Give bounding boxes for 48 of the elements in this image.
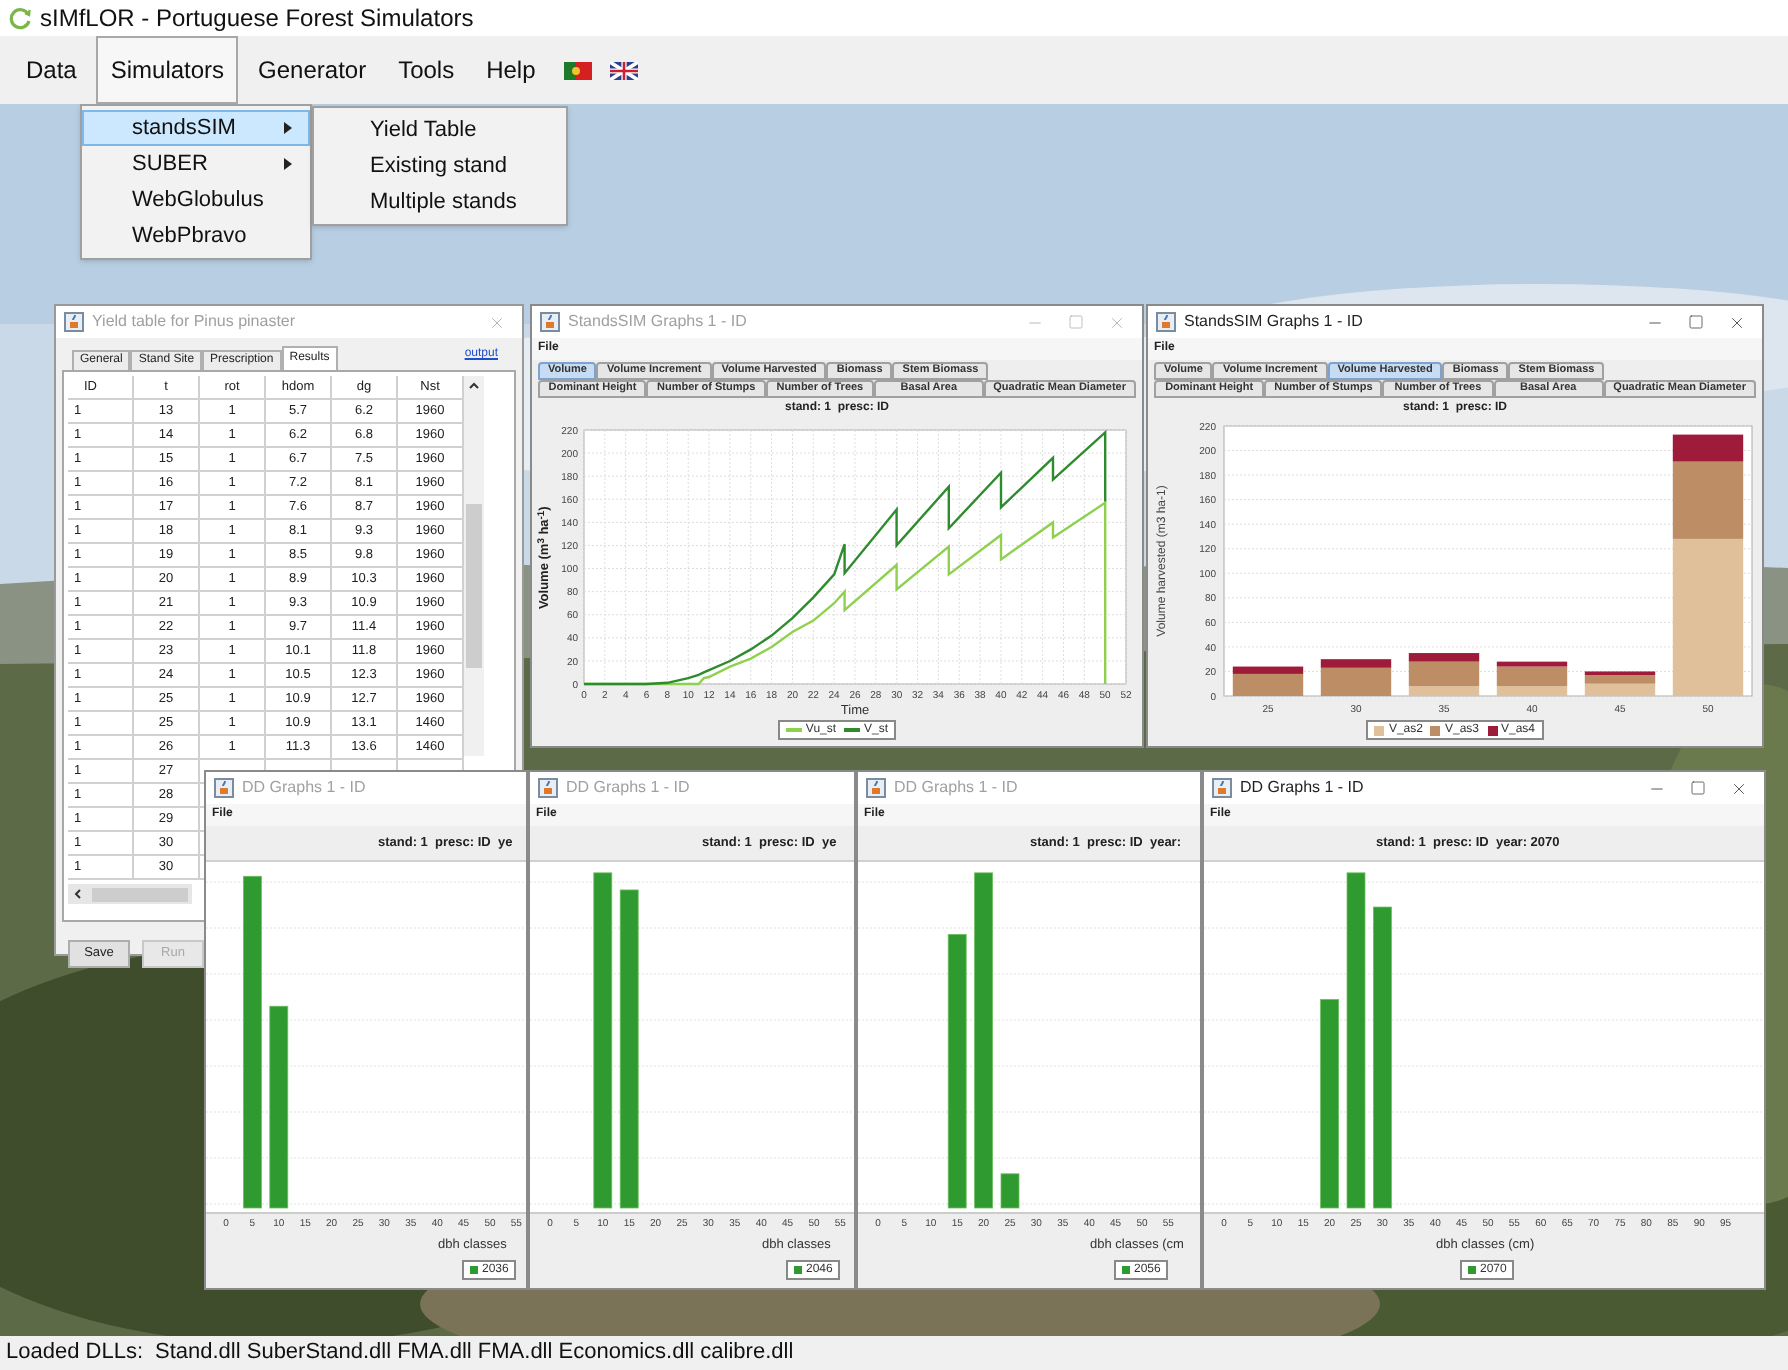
maximize-icon[interactable] — [1688, 314, 1704, 330]
close-icon[interactable] — [1730, 779, 1748, 797]
close-icon[interactable] — [1728, 313, 1746, 331]
histogram-bar — [1000, 1173, 1020, 1209]
status-text: Stand.dll SuberStand.dll FMA.dll FMA.dll Economics.dll calibre.dll — [155, 1338, 794, 1369]
menu-item[interactable]: WebPbravo — [82, 218, 310, 254]
menu-item[interactable]: Yield Table — [314, 112, 566, 148]
scrollbar[interactable] — [68, 884, 192, 904]
app-icon — [1212, 778, 1232, 798]
legend-swatch — [470, 1266, 478, 1274]
menu-item[interactable]: Multiple stands — [314, 184, 566, 220]
legend-swatch — [794, 1266, 802, 1274]
app-icon — [538, 778, 558, 798]
window-title: DD Graphs 1 - ID — [1240, 776, 1364, 800]
window-title: DD Graphs 1 - ID — [566, 776, 690, 800]
app-icon — [1156, 312, 1176, 332]
menu-item[interactable]: Help — [472, 36, 550, 104]
maximize-icon[interactable] — [1690, 780, 1706, 796]
scrollbar-thumb[interactable] — [92, 887, 188, 901]
menu-item[interactable]: SUBER — [82, 146, 310, 182]
caret-left-icon[interactable] — [72, 888, 84, 900]
menu-item[interactable]: Simulators — [96, 36, 239, 104]
window-title: StandsSIM Graphs 1 - ID — [568, 310, 747, 334]
flag-icon[interactable] — [609, 61, 638, 79]
menu-item[interactable]: Generator — [244, 36, 381, 104]
app-icon — [64, 312, 84, 332]
scrollbar[interactable] — [464, 376, 484, 756]
flag-icon[interactable] — [563, 61, 592, 79]
app-icon — [540, 312, 560, 332]
window-title: StandsSIM Graphs 1 - ID — [1184, 310, 1363, 334]
menu-item[interactable]: Existing stand — [314, 148, 566, 184]
scrollbar-thumb[interactable] — [466, 504, 482, 668]
window-title: DD Graphs 1 - ID — [894, 776, 1018, 800]
legend-swatch — [1468, 1266, 1476, 1274]
app-logo-icon — [8, 6, 32, 30]
app-title: sIMfLOR - Portuguese Forest Simulators — [40, 2, 474, 36]
status-label: Loaded DLLs: — [6, 1338, 143, 1369]
app-icon — [866, 778, 886, 798]
maximize-icon[interactable] — [1068, 314, 1084, 330]
window-title: Yield table for Pinus pinaster — [92, 310, 296, 334]
legend-swatch — [1122, 1266, 1130, 1274]
menu-item[interactable]: WebGlobulus — [82, 182, 310, 218]
caret-up-icon[interactable] — [468, 380, 480, 392]
menu-item[interactable]: Tools — [384, 36, 469, 104]
app-icon — [214, 778, 234, 798]
menu-item[interactable]: Data — [12, 36, 91, 104]
menu-item[interactable]: standsSIM — [82, 110, 310, 146]
window-title: DD Graphs 1 - ID — [242, 776, 366, 800]
